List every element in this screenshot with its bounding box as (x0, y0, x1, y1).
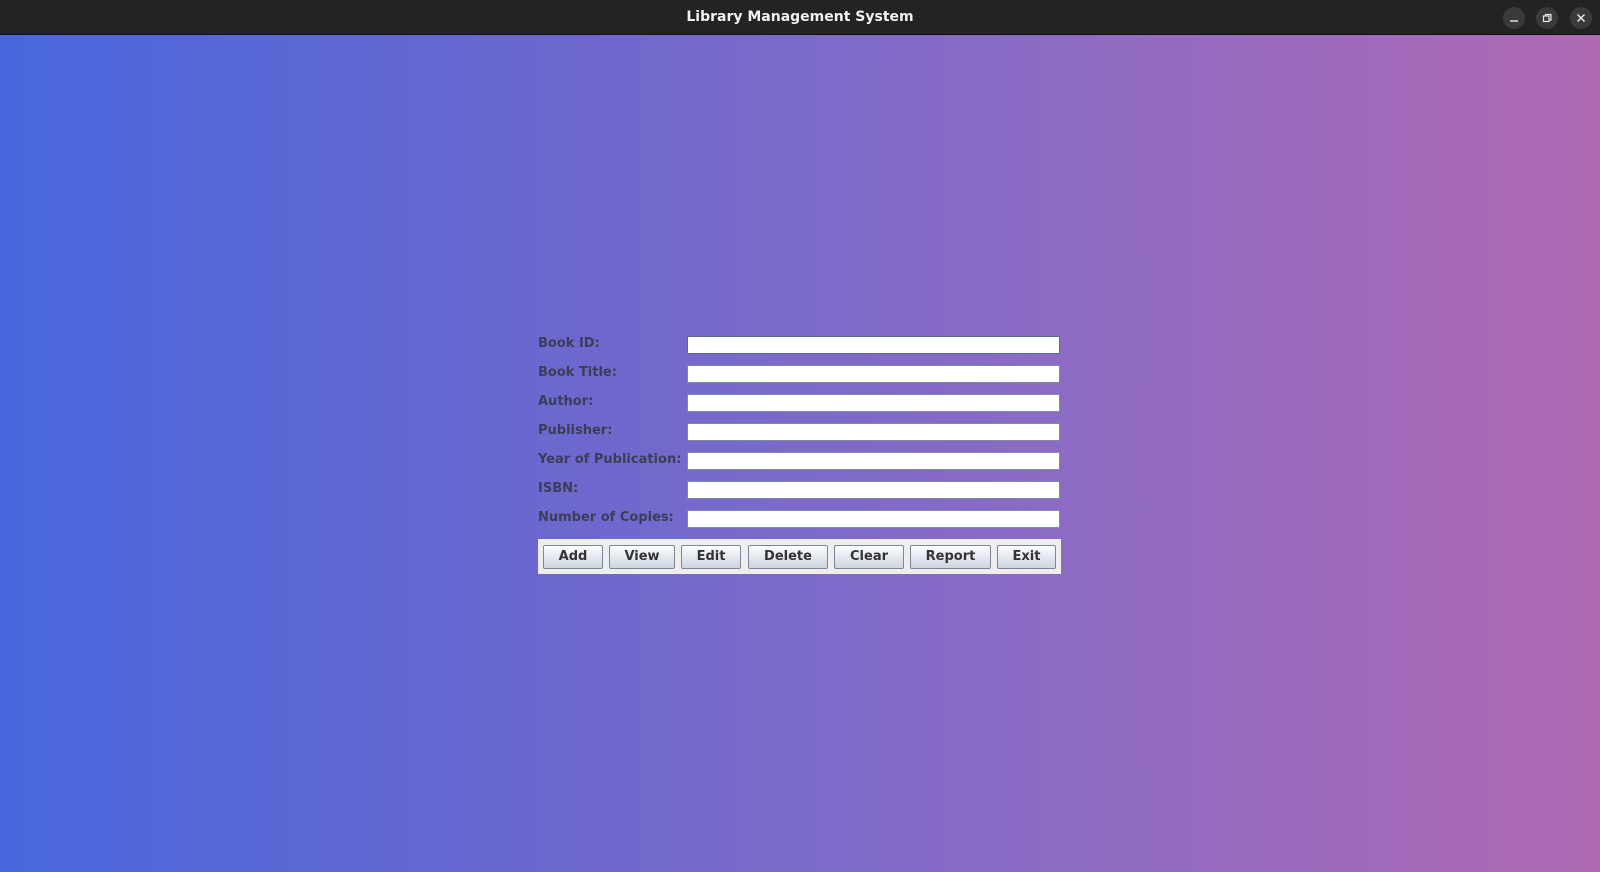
report-button[interactable]: Report (910, 545, 991, 569)
book-title-field[interactable] (687, 365, 1060, 383)
publisher-field[interactable] (687, 423, 1060, 441)
close-icon (1570, 12, 1592, 24)
minimize-icon (1503, 12, 1525, 24)
book-title-label: Book Title: (538, 365, 617, 380)
year-label: Year of Publication: (538, 452, 682, 467)
delete-button[interactable]: Delete (748, 545, 828, 569)
publisher-label: Publisher: (538, 423, 613, 438)
isbn-field[interactable] (687, 481, 1060, 499)
book-form: Book ID: Book Title: Author: Publisher: … (0, 35, 1600, 872)
view-button[interactable]: View (609, 545, 675, 569)
window-title: Library Management System (686, 9, 914, 25)
author-field[interactable] (687, 394, 1060, 412)
add-button[interactable]: Add (543, 545, 603, 569)
minimize-button[interactable] (1503, 7, 1525, 29)
button-panel: Add View Edit Delete Clear Report Exit (538, 539, 1061, 574)
isbn-label: ISBN: (538, 481, 579, 496)
app-window: Library Management System Book ID: Book … (0, 0, 1600, 872)
year-field[interactable] (687, 452, 1060, 470)
main-panel: Book ID: Book Title: Author: Publisher: … (0, 35, 1600, 872)
edit-button[interactable]: Edit (681, 545, 741, 569)
clear-button[interactable]: Clear (834, 545, 904, 569)
maximize-button[interactable] (1536, 7, 1558, 29)
restore-icon (1536, 12, 1558, 24)
copies-label: Number of Copies: (538, 510, 674, 525)
copies-field[interactable] (687, 510, 1060, 528)
author-label: Author: (538, 394, 594, 409)
close-button[interactable] (1570, 7, 1592, 29)
book-id-label: Book ID: (538, 336, 600, 351)
book-id-field[interactable] (687, 336, 1060, 354)
exit-button[interactable]: Exit (997, 545, 1056, 569)
title-bar[interactable]: Library Management System (0, 0, 1600, 35)
